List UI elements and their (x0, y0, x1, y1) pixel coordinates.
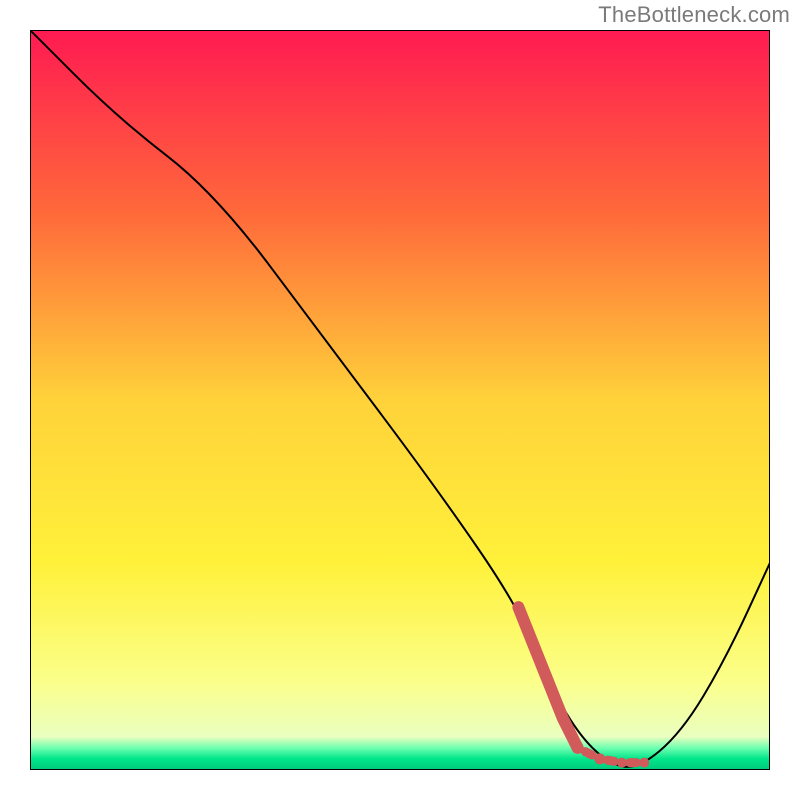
chart-frame: TheBottleneck.com (0, 0, 800, 800)
optimal-range-marker (518, 607, 577, 748)
bottleneck-curve (30, 30, 770, 767)
optimal-range-dots (572, 742, 650, 768)
attribution-text: TheBottleneck.com (598, 2, 790, 28)
plot-area (30, 30, 770, 770)
chart-overlay (30, 30, 770, 770)
optimal-dash (585, 752, 592, 755)
optimal-dash (608, 760, 615, 761)
